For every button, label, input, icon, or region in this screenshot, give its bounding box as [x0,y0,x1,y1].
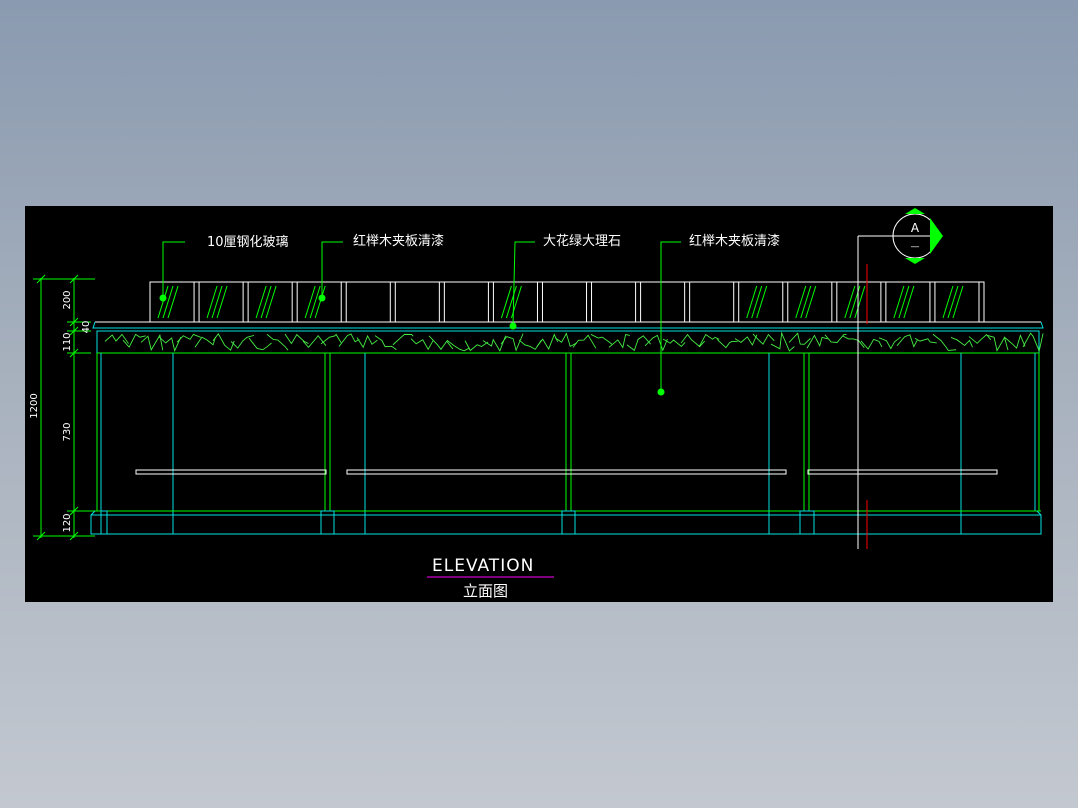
dim-730: 730 [62,422,73,441]
dimension-lines [33,274,95,541]
marble-band [96,330,1044,354]
label-veneer-top: 红榉木夹板清漆 [353,233,444,249]
callout-leaders [162,241,681,392]
dim-total: 1200 [29,393,40,418]
callout-dot-veneer-body [657,388,665,396]
label-veneer-body: 红榉木夹板清漆 [689,233,780,249]
label-glass: 10厘钢化玻璃 [207,235,289,250]
dim-120: 120 [62,513,73,532]
section-marker-sub: — [911,242,920,252]
section-marker-letter: A [911,221,920,235]
callout-dot-marble [509,322,517,330]
dim-110: 110 [62,332,73,351]
callout-dot-glass [159,294,167,302]
drawing-title-en: ELEVATION [432,556,534,576]
section-cut-line [857,235,899,549]
section-marker: A — [892,208,943,264]
cad-drawing-canvas: A — 10厘钢化玻璃 红榉木夹板清漆 大花绿大理石 红榉木夹板清漆 1200 … [25,206,1053,602]
dim-40: 40 [81,321,92,334]
counter-top [92,321,1044,332]
glass-balustrade [149,281,985,323]
label-marble: 大花绿大理石 [543,233,621,249]
plinth [90,510,1042,535]
counter-body [96,352,1040,534]
dim-200: 200 [62,290,73,309]
drawing-title-cn: 立面图 [463,582,508,600]
callout-dot-veneer-top [318,294,326,302]
